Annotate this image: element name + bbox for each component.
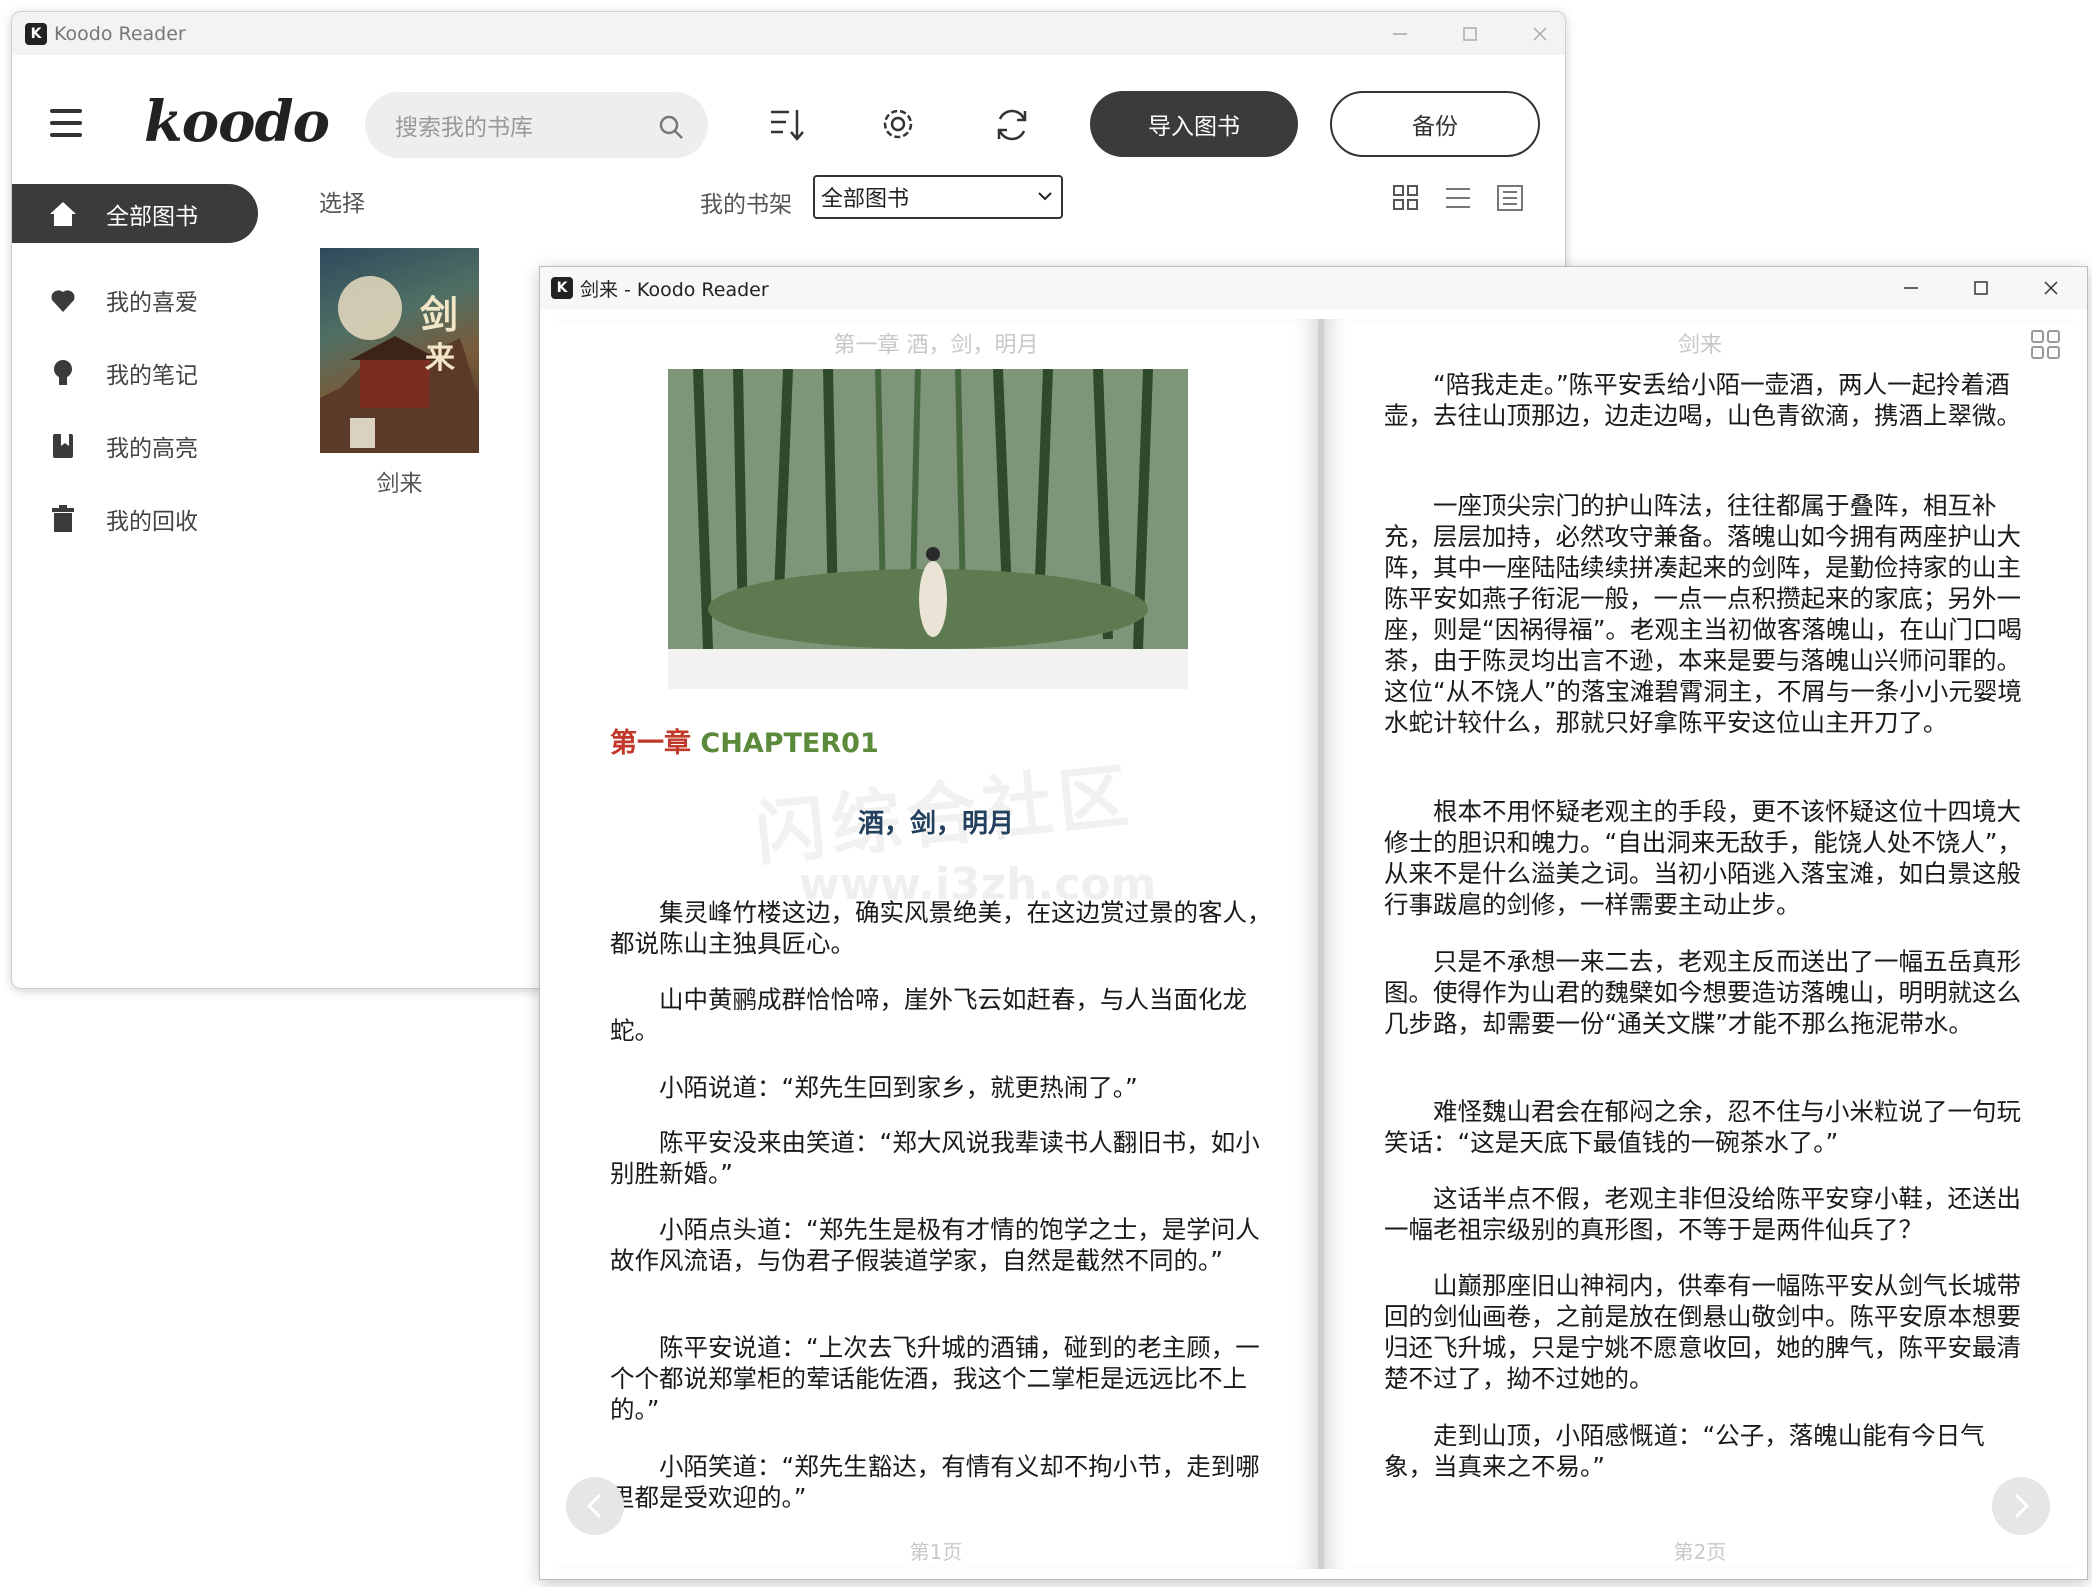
sidebar-item-label: 我的高亮 (106, 435, 198, 462)
paragraph: 根本不用怀疑老观主的手段，更不该怀疑这位十四境大修士的胆识和魄力。“自出洞来无敌… (1384, 797, 2022, 919)
minimize-button[interactable] (1365, 12, 1435, 55)
chapter-heading-en: CHAPTER01 (700, 728, 879, 759)
settings-gear-icon[interactable] (878, 104, 918, 144)
close-button[interactable] (2016, 267, 2086, 309)
page-number: 第2页 (1673, 1540, 1727, 1564)
chapter-heading-zh: 第一章 (610, 728, 691, 759)
reader-titlebar: K 剑来 - Koodo Reader (540, 267, 2087, 309)
sidebar-item-highlights[interactable]: 我的高亮 (12, 416, 258, 475)
page-number: 第1页 (909, 1540, 963, 1564)
book-title[interactable]: 剑来 (320, 464, 479, 498)
maximize-button[interactable] (1435, 12, 1505, 55)
lightbulb-icon (48, 358, 78, 388)
book-cover[interactable]: 剑 来 (320, 248, 479, 453)
library-titlebar: K Koodo Reader (12, 12, 1565, 55)
sync-icon[interactable] (992, 105, 1032, 145)
chapter-illustration (668, 369, 1188, 689)
paragraph: 陈平安说道：“上次去飞升城的酒铺，碰到的老主顾，一个个都说郑掌柜的荤话能佐酒，我… (610, 1333, 1260, 1424)
sidebar-item-all-books[interactable]: 全部图书 (12, 184, 258, 243)
minimize-icon (1904, 287, 1918, 289)
select-mode-link[interactable]: 选择 (319, 184, 365, 218)
maximize-button[interactable] (1946, 267, 2016, 309)
paragraph: 走到山顶，小陌感慨道：“公子，落魄山能有今日气象，当真来之不易。” (1384, 1421, 1985, 1481)
svg-text:剑: 剑 (420, 292, 458, 337)
search-input[interactable]: 搜索我的书库 (365, 92, 708, 158)
sidebar-item-label: 全部图书 (106, 203, 198, 230)
running-head: 第一章 酒，剑，明月 (833, 333, 1039, 358)
backup-button[interactable]: 备份 (1330, 91, 1540, 157)
paragraph: 这话半点不假，老观主非但没给陈平安穿小鞋，还送出一幅老祖宗级别的真形图，不等于是… (1384, 1184, 2021, 1244)
window-title: Koodo Reader (54, 22, 186, 45)
prev-page-button[interactable] (566, 1477, 624, 1535)
trash-icon (48, 504, 78, 534)
reader-window-title: 剑来 - Koodo Reader (580, 278, 769, 301)
chevron-down-icon (1038, 192, 1052, 201)
chevron-right-icon (2014, 1493, 2030, 1519)
sidebar-item-label: 我的回收 (106, 508, 198, 535)
bookmark-icon (48, 431, 78, 461)
sidebar-item-label: 我的喜爱 (106, 289, 198, 316)
paragraph: 只是不承想一来二去，老观主反而送出了一幅五岳真形图。使得作为山君的魏檗如今想要造… (1384, 947, 2021, 1038)
import-books-button[interactable]: 导入图书 (1090, 91, 1298, 157)
grid-view-icon[interactable] (2030, 329, 2062, 361)
app-icon: K (551, 277, 573, 299)
maximize-icon (1974, 281, 1988, 295)
paragraph: 小陌点头道：“郑先生是极有才情的饱学之士，是学问人故作风流语，与伪君子假装道学家… (610, 1215, 1260, 1275)
grid-view-icon[interactable] (1392, 184, 1420, 212)
shelf-select-value: 全部图书 (821, 187, 910, 212)
search-placeholder: 搜索我的书库 (395, 115, 533, 141)
sidebar-item-trash[interactable]: 我的回收 (12, 489, 258, 548)
chapter-subtitle: 酒，剑，明月 (857, 809, 1014, 839)
menu-icon[interactable] (50, 109, 82, 137)
chevron-left-icon (586, 1493, 602, 1519)
svg-text:来: 来 (425, 341, 455, 376)
minimize-button[interactable] (1876, 267, 1946, 309)
chapter-heading: 第一章 CHAPTER01 (610, 721, 879, 760)
close-icon (2044, 281, 2058, 295)
next-page-button[interactable] (1992, 1477, 2050, 1535)
shelf-label: 我的书架 (700, 192, 792, 218)
paragraph: 山中黄鹂成群恰恰啼，崖外飞云如赶春，与人当面化龙蛇。 (610, 985, 1247, 1045)
sidebar-item-notes[interactable]: 我的笔记 (12, 343, 258, 402)
minimize-icon (1393, 32, 1407, 35)
book-cover-art: 剑 来 (320, 276, 479, 453)
search-icon[interactable] (658, 114, 684, 140)
koodo-logo: koodo (144, 89, 330, 155)
close-icon (1533, 26, 1547, 41)
list-view-icon[interactable] (1444, 184, 1472, 212)
right-page: 剑来 “陪我走走。”陈平安丢给小陌一壶酒，两人一起拎着酒壶，去往山顶那边，边走边… (1324, 319, 2076, 1569)
paragraph: 山巅那座旧山神祠内，供奉有一幅陈平安从剑气长城带回的剑仙画卷，之前是放在倒悬山敬… (1384, 1271, 2021, 1393)
paragraph: 一座顶尖宗门的护山阵法，往往都属于叠阵，相互补充，层层加持，必然攻守兼备。落魄山… (1384, 491, 2022, 737)
home-icon (48, 199, 78, 229)
left-page: 第一章 酒，剑，明月 第一章 CHAPTER01 闪综合社区 www.i3zh.… (554, 319, 1318, 1569)
paragraph: 难怪魏山君会在郁闷之余，忍不住与小米粒说了一句玩笑话：“这是天底下最值钱的一碗茶… (1384, 1097, 2021, 1157)
maximize-icon (1463, 26, 1477, 41)
paragraph: “陪我走走。”陈平安丢给小陌一壶酒，两人一起拎着酒壶，去往山顶那边，边走边喝，山… (1384, 370, 2021, 430)
app-icon: K (25, 22, 47, 45)
running-head: 剑来 (1677, 333, 1722, 358)
sort-icon[interactable] (769, 108, 805, 142)
paragraph: 小陌笑道：“郑先生豁达，有情有义却不拘小节，走到哪里都是受欢迎的。” (610, 1452, 1260, 1512)
heart-icon (48, 285, 78, 315)
paragraph: 陈平安没来由笑道：“郑大风说我辈读书人翻旧书，如小别胜新婚。” (610, 1128, 1260, 1188)
sidebar-item-label: 我的笔记 (106, 362, 198, 389)
close-button[interactable] (1505, 12, 1565, 55)
detail-view-icon[interactable] (1496, 184, 1524, 212)
shelf-select[interactable]: 全部图书 (813, 175, 1063, 219)
paragraph: 集灵峰竹楼这边，确实风景绝美，在这边赏过景的客人，都说陈山主独具匠心。 (610, 898, 1272, 958)
paragraph: 小陌说道：“郑先生回到家乡，就更热闹了。” (659, 1073, 1138, 1102)
sidebar-item-favorites[interactable]: 我的喜爱 (12, 270, 258, 329)
reader-window: K 剑来 - Koodo Reader 第一章 酒，剑，明月 第一章 CHAPT… (539, 266, 2088, 1580)
